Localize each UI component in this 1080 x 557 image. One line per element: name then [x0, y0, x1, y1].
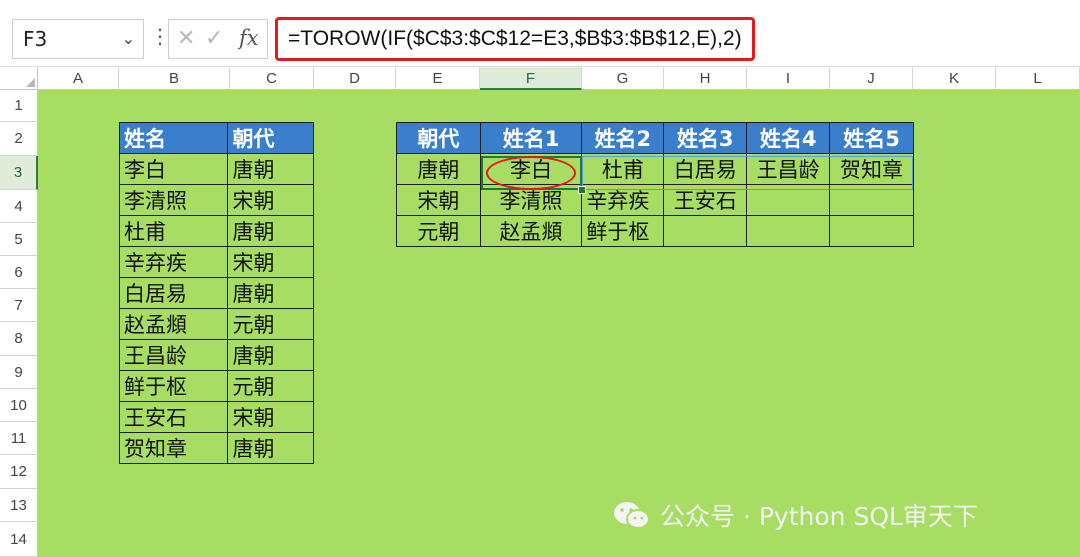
row-header-4[interactable]: 4	[0, 190, 38, 223]
table-cell[interactable]: 白居易	[118, 277, 229, 309]
column-header-c[interactable]: C	[230, 67, 314, 90]
row-header-7[interactable]: 7	[0, 289, 38, 322]
table-row: 鲜于枢 元朝	[118, 370, 314, 402]
left-table: 姓名 朝代 李白 唐朝 李清照 宋朝 杜甫 唐朝 辛弃疾 宋朝 白居易 唐朝 赵孟頫 元朝 王昌龄 唐朝鲜…	[118, 122, 314, 464]
header-row: 朝代 姓名1 姓名2 姓名3 姓名4 姓名5	[396, 122, 914, 154]
table-cell[interactable]: 赵孟頫	[479, 215, 583, 247]
row-header-2[interactable]: 2	[0, 122, 38, 156]
table-row: 贺知章 唐朝	[118, 432, 314, 464]
table-row: 白居易 唐朝	[118, 277, 314, 309]
header-row: 姓名 朝代	[118, 122, 314, 154]
table-cell[interactable]: 元朝	[227, 370, 314, 402]
table-cell[interactable]: 鲜于枢	[581, 215, 665, 247]
table-cell[interactable]: 唐朝	[227, 339, 314, 371]
formula-buttons: ✕ ✓ fx	[168, 19, 268, 59]
table-row: 王安石 宋朝	[118, 401, 314, 433]
table-cell[interactable]: 唐朝	[227, 153, 314, 185]
row-header-10[interactable]: 10	[0, 389, 38, 422]
fill-handle[interactable]	[578, 186, 586, 194]
watermark: 公众号 · Python SQL审天下	[612, 497, 978, 536]
table-cell[interactable]: 王昌龄	[118, 339, 229, 371]
row-header-13[interactable]: 13	[0, 489, 38, 522]
enter-icon[interactable]: ✓	[205, 26, 223, 51]
table-cell[interactable]: 李清照	[118, 184, 229, 216]
header-cell[interactable]: 姓名1	[479, 122, 583, 154]
table-cell[interactable]	[746, 215, 831, 247]
row-header-9[interactable]: 9	[0, 356, 38, 389]
table-cell[interactable]: 宋朝	[227, 184, 314, 216]
row-header-3[interactable]: 3	[0, 156, 38, 190]
table-cell[interactable]: 宋朝	[227, 401, 314, 433]
table-cell[interactable]: 李白	[118, 153, 229, 185]
formula-bar-area: F3 ⌄ ⋮ ✕ ✓ fx =TOROW(IF($C$3:$C$12=E3,$B…	[0, 0, 1080, 74]
column-header-g[interactable]: G	[582, 67, 664, 90]
insert-function-icon[interactable]: fx	[239, 26, 259, 50]
watermark-text: 公众号 · Python SQL审天下	[660, 502, 978, 531]
chevron-down-icon[interactable]: ⌄	[122, 29, 135, 48]
table-row: 元朝 赵孟頫 鲜于枢	[396, 215, 914, 247]
table-cell[interactable]: 赵孟頫	[118, 308, 229, 340]
column-header-b[interactable]: B	[119, 67, 230, 90]
column-header-l[interactable]: L	[996, 67, 1080, 90]
table-row: 赵孟頫 元朝	[118, 308, 314, 340]
column-header-a[interactable]: A	[38, 67, 119, 90]
table-cell[interactable]: 杜甫	[118, 215, 229, 247]
select-all-corner[interactable]	[0, 67, 38, 90]
more-options-icon[interactable]: ⋮	[150, 26, 170, 46]
table-cell[interactable]: 宋朝	[396, 184, 481, 216]
table-cell[interactable]: 唐朝	[227, 432, 314, 464]
table-cell[interactable]	[829, 215, 914, 247]
column-header-j[interactable]: J	[830, 67, 913, 90]
column-header-h[interactable]: H	[664, 67, 747, 90]
header-cell[interactable]: 姓名	[118, 122, 229, 154]
row-header-8[interactable]: 8	[0, 322, 38, 356]
row-header-6[interactable]: 6	[0, 256, 38, 289]
formula-text: =TOROW(IF($C$3:$C$12=E3,$B$3:$B$12,E),2)	[288, 27, 742, 50]
header-cell[interactable]: 朝代	[396, 122, 481, 154]
table-cell[interactable]: 王安石	[118, 401, 229, 433]
cancel-icon[interactable]: ✕	[177, 26, 195, 51]
table-cell[interactable]: 宋朝	[227, 246, 314, 278]
header-cell[interactable]: 朝代	[227, 122, 314, 154]
highlight-circle	[486, 156, 576, 190]
table-row: 杜甫 唐朝	[118, 215, 314, 247]
table-cell[interactable]: 唐朝	[227, 215, 314, 247]
header-cell[interactable]: 姓名2	[581, 122, 665, 154]
wechat-icon	[612, 500, 650, 536]
header-cell[interactable]: 姓名3	[663, 122, 748, 154]
table-cell[interactable]: 元朝	[227, 308, 314, 340]
table-cell[interactable]: 唐朝	[396, 153, 481, 185]
column-header-e[interactable]: E	[396, 67, 480, 90]
table-row: 王昌龄 唐朝	[118, 339, 314, 371]
row-header-5[interactable]: 5	[0, 223, 38, 256]
column-header-d[interactable]: D	[314, 67, 396, 90]
table-cell[interactable]: 唐朝	[227, 277, 314, 309]
table-cell[interactable]: 贺知章	[118, 432, 229, 464]
table-row: 李清照 宋朝	[118, 184, 314, 216]
row-header-12[interactable]: 12	[0, 455, 38, 489]
table-cell[interactable]: 元朝	[396, 215, 481, 247]
row-header-14[interactable]: 14	[0, 522, 38, 557]
column-header-f[interactable]: F	[480, 67, 582, 90]
table-row: 李白 唐朝	[118, 153, 314, 185]
name-box[interactable]: F3 ⌄	[12, 19, 144, 59]
name-box-value: F3	[23, 27, 48, 51]
header-cell[interactable]: 姓名4	[746, 122, 831, 154]
header-cell[interactable]: 姓名5	[829, 122, 914, 154]
table-cell[interactable]: 鲜于枢	[118, 370, 229, 402]
formula-input[interactable]: =TOROW(IF($C$3:$C$12=E3,$B$3:$B$12,E),2)	[275, 17, 755, 61]
spill-range-border	[582, 156, 913, 190]
row-header-11[interactable]: 11	[0, 422, 38, 455]
column-header-i[interactable]: I	[747, 67, 830, 90]
column-header-k[interactable]: K	[913, 67, 996, 90]
table-cell[interactable]: 辛弃疾	[118, 246, 229, 278]
table-cell[interactable]	[663, 215, 748, 247]
row-header-1[interactable]: 1	[0, 90, 38, 122]
table-row: 辛弃疾 宋朝	[118, 246, 314, 278]
